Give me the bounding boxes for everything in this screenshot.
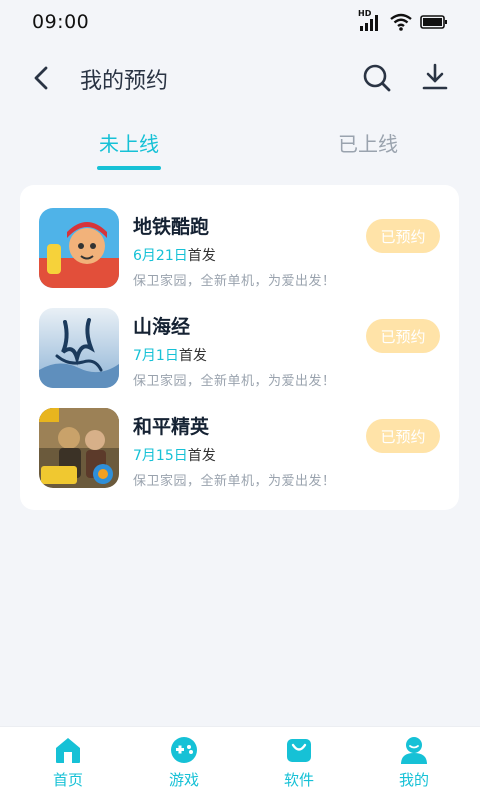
- status-time: 09:00: [32, 11, 90, 33]
- release-date: 6月21日: [133, 248, 188, 264]
- nav-item-software[interactable]: 软件: [259, 735, 339, 790]
- game-description: 保卫家园，全新单机，为爱出发！: [133, 274, 336, 289]
- release-info: 6月21日首发: [133, 245, 216, 265]
- home-icon: [56, 738, 80, 763]
- reserved-button[interactable]: 已预约: [366, 319, 440, 353]
- wifi-icon: [390, 13, 412, 31]
- tab-released[interactable]: 已上线: [308, 128, 428, 157]
- tab-bar: 未上线 已上线: [0, 126, 480, 176]
- nav-label: 游戏: [168, 771, 199, 789]
- nav-item-mine[interactable]: 我的: [374, 735, 454, 790]
- nav-item-home[interactable]: 首页: [28, 735, 108, 790]
- header: 我的预约: [0, 56, 480, 100]
- release-date: 7月15日: [133, 448, 188, 464]
- game-icon-subway: [39, 208, 119, 288]
- game-description: 保卫家园，全新单机，为爱出发！: [133, 374, 336, 389]
- status-bar: 09:00 HD: [0, 0, 480, 44]
- game-icon-shanhaijing: [39, 308, 119, 388]
- bottom-nav: 首页 游戏 软件 我的: [0, 726, 480, 800]
- reserved-button[interactable]: 已预约: [366, 219, 440, 253]
- page-title: 我的预约: [80, 69, 169, 94]
- download-icon[interactable]: [420, 62, 450, 92]
- signal-icon: HD: [358, 9, 382, 31]
- network-label: HD: [358, 9, 372, 18]
- search-icon[interactable]: [362, 63, 392, 93]
- list-item[interactable]: 山海经 7月1日首发 保卫家园，全新单机，为爱出发！ 已预约: [20, 308, 459, 398]
- gamepad-icon: [171, 737, 197, 763]
- game-name: 和平精英: [133, 416, 210, 438]
- user-icon: [401, 737, 427, 764]
- active-tab-indicator: [97, 166, 161, 170]
- nav-item-games[interactable]: 游戏: [144, 735, 224, 790]
- game-name: 地铁酷跑: [133, 216, 210, 238]
- game-description: 保卫家园，全新单机，为爱出发！: [133, 474, 336, 489]
- back-icon[interactable]: [28, 64, 56, 92]
- release-info: 7月15日首发: [133, 445, 216, 465]
- release-info: 7月1日首发: [133, 345, 207, 365]
- release-suffix: 首发: [178, 348, 207, 364]
- list-item[interactable]: 和平精英 7月15日首发 保卫家园，全新单机，为爱出发！ 已预约: [20, 408, 459, 498]
- battery-icon: [420, 15, 447, 29]
- status-icons: HD: [358, 9, 448, 31]
- release-suffix: 首发: [187, 448, 216, 464]
- nav-label: 软件: [283, 771, 314, 789]
- list-item[interactable]: 地铁酷跑 6月21日首发 保卫家园，全新单机，为爱出发！ 已预约: [20, 208, 459, 298]
- nav-label: 首页: [52, 771, 83, 789]
- reserved-button[interactable]: 已预约: [366, 419, 440, 453]
- game-icon-peace-elite: [39, 408, 119, 488]
- tab-upcoming[interactable]: 未上线: [69, 128, 189, 157]
- nav-label: 我的: [398, 771, 429, 789]
- release-suffix: 首发: [187, 248, 216, 264]
- release-date: 7月1日: [133, 348, 179, 364]
- game-name: 山海经: [133, 316, 191, 338]
- reservation-list: 地铁酷跑 6月21日首发 保卫家园，全新单机，为爱出发！ 已预约 山海经 7月1…: [20, 185, 459, 510]
- bag-icon: [287, 739, 311, 762]
